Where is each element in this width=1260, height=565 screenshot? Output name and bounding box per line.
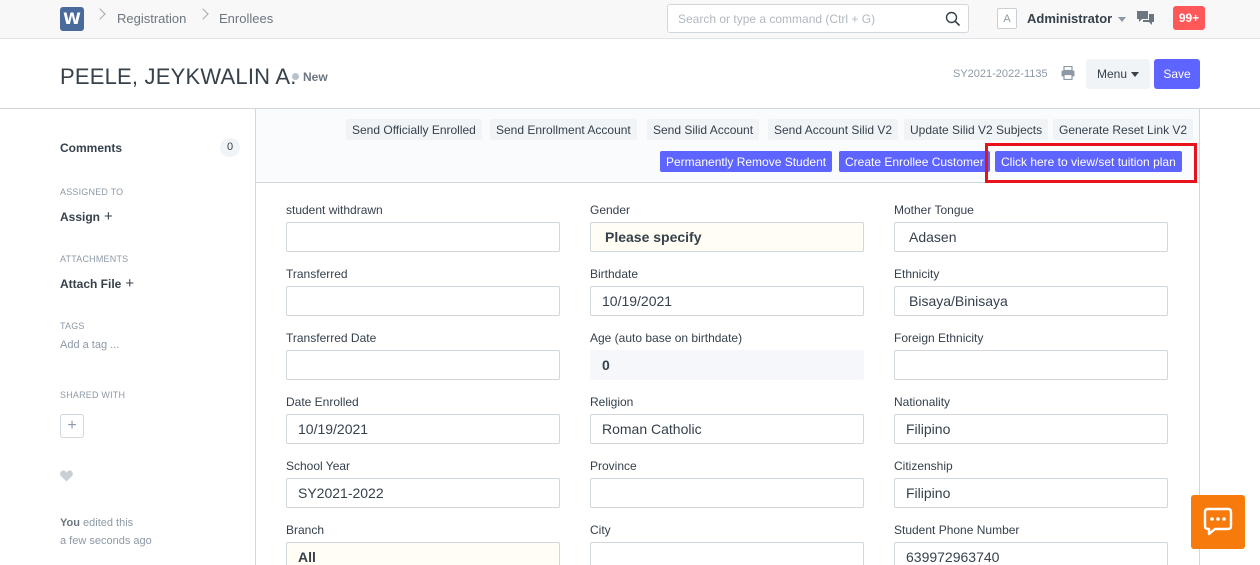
nationality-field[interactable]: Filipino xyxy=(894,414,1168,444)
avatar[interactable]: A xyxy=(997,8,1017,29)
generate-reset-link-v2-button[interactable]: Generate Reset Link V2 xyxy=(1053,119,1194,140)
branch-label: Branch xyxy=(286,523,325,537)
form-main: Send Officially Enrolled Send Enrollment… xyxy=(255,109,1200,565)
transferred-field[interactable] xyxy=(286,286,560,316)
top-navbar: W Registration Enrollees A Administrator… xyxy=(0,0,1260,39)
foreign-ethnicity-label: Foreign Ethnicity xyxy=(894,331,984,345)
chat-bubbles-icon[interactable] xyxy=(1137,11,1154,26)
edit-user: You xyxy=(60,517,80,529)
attach-file-label: Attach File xyxy=(60,277,122,291)
breadcrumb-enrollees[interactable]: Enrollees xyxy=(219,11,273,26)
live-chat-button[interactable] xyxy=(1191,495,1245,549)
age-field: 0 xyxy=(590,350,864,380)
city-label: City xyxy=(590,523,611,537)
plus-icon: + xyxy=(125,275,135,292)
student-withdrawn-field[interactable] xyxy=(286,222,560,252)
search-box[interactable] xyxy=(667,4,969,33)
nationality-label: Nationality xyxy=(894,395,951,409)
transferred-date-field[interactable] xyxy=(286,350,560,380)
notifications-badge[interactable]: 99+ xyxy=(1173,6,1205,30)
assigned-to-heading: ASSIGNED TO xyxy=(60,187,124,197)
plus-icon: + xyxy=(104,208,113,225)
student-phone-field[interactable]: 639972963740 xyxy=(894,542,1168,565)
transferred-label: Transferred xyxy=(286,267,348,281)
religion-field[interactable]: Roman Catholic xyxy=(590,414,864,444)
send-officially-enrolled-button[interactable]: Send Officially Enrolled xyxy=(346,119,482,140)
save-button[interactable]: Save xyxy=(1154,59,1200,89)
attach-file-link[interactable]: Attach File + xyxy=(60,275,134,292)
comments-label[interactable]: Comments xyxy=(60,141,122,155)
add-tag-link[interactable]: Add a tag ... xyxy=(60,339,119,351)
add-share-button[interactable]: + xyxy=(60,414,84,438)
age-label: Age (auto base on birthdate) xyxy=(590,331,743,345)
create-enrollee-customer-button[interactable]: Create Enrollee Customer xyxy=(839,151,990,172)
school-year-field[interactable]: SY2021-2022 xyxy=(286,478,560,508)
birthdate-label: Birthdate xyxy=(590,267,639,281)
shared-with-heading: SHARED WITH xyxy=(60,390,126,400)
assign-link[interactable]: Assign + xyxy=(60,208,113,225)
date-enrolled-label: Date Enrolled xyxy=(286,395,359,409)
update-silid-v2-subjects-button[interactable]: Update Silid V2 Subjects xyxy=(904,119,1049,140)
search-input[interactable] xyxy=(678,12,938,26)
school-year-label: School Year xyxy=(286,459,351,473)
foreign-ethnicity-field[interactable] xyxy=(894,350,1168,380)
chat-icon xyxy=(1203,507,1233,536)
menu-label: Menu xyxy=(1096,67,1128,81)
send-silid-account-button[interactable]: Send Silid Account xyxy=(647,119,760,140)
student-phone-label: Student Phone Number xyxy=(894,523,1020,537)
status-text: New xyxy=(303,70,328,84)
date-enrolled-field[interactable]: 10/19/2021 xyxy=(286,414,560,444)
edit-text: edited this xyxy=(83,517,134,529)
custom-actions-bar: Send Officially Enrolled Send Enrollment… xyxy=(256,109,1199,183)
breadcrumb-chevron-icon xyxy=(197,8,209,20)
gender-select[interactable]: Please specify xyxy=(590,222,864,252)
ethnicity-label: Ethnicity xyxy=(894,267,940,281)
caret-down-icon xyxy=(1131,72,1140,78)
send-enrollment-account-button[interactable]: Send Enrollment Account xyxy=(490,119,637,140)
province-label: Province xyxy=(590,459,637,473)
birthdate-field[interactable]: 10/19/2021 xyxy=(590,286,864,316)
student-withdrawn-label: student withdrawn xyxy=(286,203,383,217)
assign-label: Assign xyxy=(60,210,101,224)
transferred-date-label: Transferred Date xyxy=(286,331,377,345)
document-name: SY2021-2022-1135 xyxy=(953,68,1048,80)
print-icon[interactable] xyxy=(1061,66,1075,80)
religion-label: Religion xyxy=(590,395,634,409)
ethnicity-field[interactable]: Bisaya/Binisaya xyxy=(894,286,1168,316)
mother-tongue-field[interactable]: Adasen xyxy=(894,222,1168,252)
app-logo[interactable]: W xyxy=(60,7,84,31)
citizenship-field[interactable]: Filipino xyxy=(894,478,1168,508)
page-title: PEELE, JEYKWALIN A. xyxy=(60,64,297,89)
highlight-box xyxy=(985,143,1197,183)
attachments-heading: ATTACHMENTS xyxy=(60,254,129,264)
branch-select[interactable]: All xyxy=(286,542,560,565)
tags-heading: TAGS xyxy=(60,321,85,331)
send-account-silid-v2-button[interactable]: Send Account Silid V2 xyxy=(768,119,899,140)
user-name: Administrator xyxy=(1027,11,1113,26)
comments-count-badge: 0 xyxy=(220,138,240,157)
citizenship-label: Citizenship xyxy=(894,459,953,473)
chevron-down-icon xyxy=(1118,17,1127,23)
province-field[interactable] xyxy=(590,478,864,508)
status-dot-icon xyxy=(292,73,299,80)
gender-label: Gender xyxy=(590,203,631,217)
menu-button[interactable]: Menu xyxy=(1086,59,1150,89)
permanently-remove-student-button[interactable]: Permanently Remove Student xyxy=(660,151,833,172)
mother-tongue-label: Mother Tongue xyxy=(894,203,974,217)
page-header: PEELE, JEYKWALIN A. New SY2021-2022-1135… xyxy=(0,39,1260,109)
user-menu[interactable]: Administrator xyxy=(1027,11,1127,26)
breadcrumb-chevron-icon xyxy=(94,8,106,20)
search-icon[interactable] xyxy=(945,11,961,27)
status-indicator: New xyxy=(292,70,328,84)
heart-icon[interactable] xyxy=(60,470,73,482)
last-edit-info: You edited this xyxy=(60,517,133,529)
city-field[interactable] xyxy=(590,542,864,565)
edit-timestamp: a few seconds ago xyxy=(60,535,152,547)
breadcrumb-registration[interactable]: Registration xyxy=(117,11,186,26)
